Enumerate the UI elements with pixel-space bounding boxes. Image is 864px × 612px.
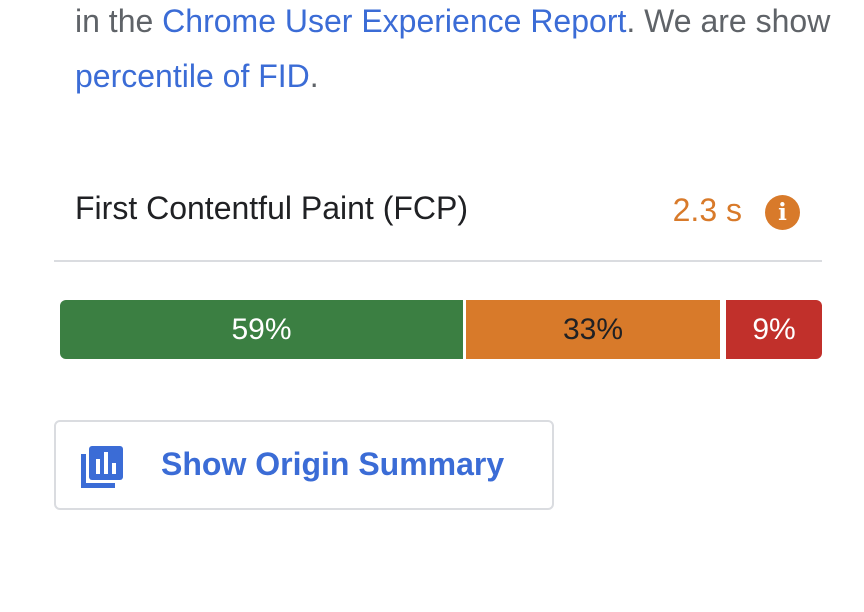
intro-line-2-suffix: . [309, 58, 319, 94]
fcp-metric-row: First Contentful Paint (FCP) 2.3 s i [54, 180, 822, 262]
show-origin-summary-label: Show Origin Summary [161, 446, 505, 482]
crux-report-link[interactable]: Chrome User Experience Report [162, 3, 626, 39]
intro-text-suffix: . We are show [626, 3, 831, 39]
metric-name: First Contentful Paint (FCP) [75, 190, 468, 226]
distribution-needs-improvement-label: 33% [562, 312, 624, 346]
intro-text: in the Chrome User Experience Report. We… [75, 0, 864, 104]
intro-line-1: in the Chrome User Experience Report. We… [75, 0, 864, 49]
distribution-needs-improvement-segment: 33% [466, 300, 720, 359]
distribution-poor-label: 9% [752, 312, 796, 346]
metric-value: 2.3 s [672, 192, 742, 228]
info-icon[interactable]: i [765, 195, 800, 230]
distribution-good-segment: 59% [60, 300, 463, 359]
distribution-bar: 59% 33% 9% [60, 300, 822, 359]
fid-percentile-link[interactable]: percentile of FID [75, 58, 310, 94]
show-origin-summary-button[interactable]: Show Origin Summary [54, 420, 554, 510]
intro-line-2: percentile of FID. [75, 49, 864, 104]
bar-chart-stack-icon [81, 446, 123, 488]
distribution-good-label: 59% [231, 312, 292, 346]
page: in the Chrome User Experience Report. We… [0, 0, 864, 612]
distribution-poor-segment: 9% [726, 300, 822, 359]
intro-text-prefix: in the [75, 3, 163, 39]
